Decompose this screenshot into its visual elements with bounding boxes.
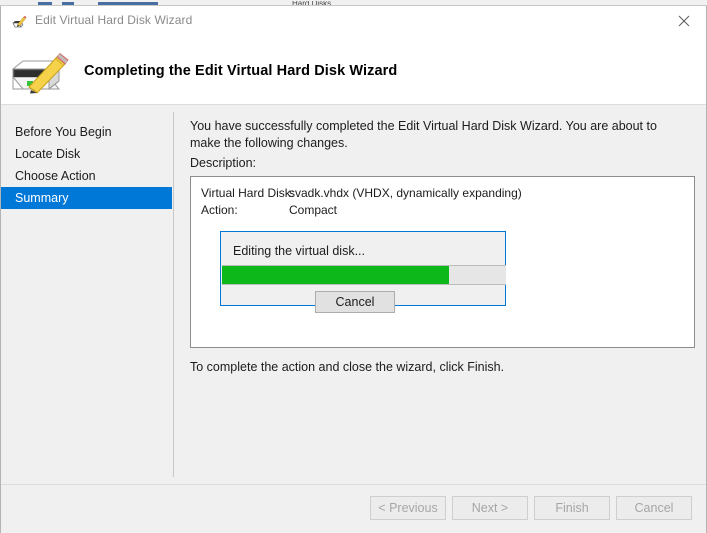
cancel-button[interactable]: Cancel bbox=[616, 496, 692, 520]
wizard-step-nav: Before You Begin Locate Disk Choose Acti… bbox=[1, 105, 173, 484]
description-box: Virtual Hard Disk: svadk.vhdx (VHDX, dyn… bbox=[190, 176, 695, 348]
wizard-body: Before You Begin Locate Disk Choose Acti… bbox=[1, 105, 706, 484]
finish-hint-text: To complete the action and close the wiz… bbox=[190, 360, 505, 374]
virtual-hard-disk-label: Virtual Hard Disk: bbox=[201, 186, 295, 200]
title-bar-text: Edit Virtual Hard Disk Wizard bbox=[35, 13, 193, 27]
previous-button[interactable]: < Previous bbox=[370, 496, 446, 520]
wizard-main-pane: You have successfully completed the Edit… bbox=[174, 105, 707, 484]
finish-button[interactable]: Finish bbox=[534, 496, 610, 520]
page-title: Completing the Edit Virtual Hard Disk Wi… bbox=[84, 63, 398, 79]
sidebar-item-locate-disk[interactable]: Locate Disk bbox=[1, 143, 172, 165]
description-label: Description: bbox=[190, 156, 256, 170]
virtual-hard-disk-value: svadk.vhdx (VHDX, dynamically expanding) bbox=[289, 186, 522, 200]
edit-virtual-hard-disk-wizard-window: Edit Virtual Hard Disk Wizard Completing… bbox=[0, 6, 707, 533]
summary-intro-text: You have successfully completed the Edit… bbox=[190, 119, 657, 150]
progress-cancel-button[interactable]: Cancel bbox=[315, 291, 395, 313]
wizard-window-icon bbox=[12, 14, 28, 30]
progress-bar bbox=[222, 265, 506, 285]
hard-disk-pencil-icon bbox=[9, 47, 73, 95]
sidebar-item-choose-action[interactable]: Choose Action bbox=[1, 165, 172, 187]
next-button[interactable]: Next > bbox=[452, 496, 528, 520]
wizard-footer: < Previous Next > Finish Cancel bbox=[1, 484, 706, 533]
editing-progress-dialog: Editing the virtual disk... Cancel bbox=[220, 231, 506, 313]
wizard-header: Completing the Edit Virtual Hard Disk Wi… bbox=[1, 36, 706, 105]
action-value: Compact bbox=[289, 203, 338, 217]
sidebar-item-before-you-begin[interactable]: Before You Begin bbox=[1, 121, 172, 143]
progress-bar-fill bbox=[222, 266, 450, 284]
close-icon[interactable] bbox=[661, 6, 706, 35]
title-bar: Edit Virtual Hard Disk Wizard bbox=[1, 6, 706, 36]
sidebar-item-summary[interactable]: Summary bbox=[1, 187, 172, 209]
progress-caption: Editing the virtual disk... bbox=[233, 244, 366, 258]
action-label: Action: bbox=[201, 203, 238, 217]
